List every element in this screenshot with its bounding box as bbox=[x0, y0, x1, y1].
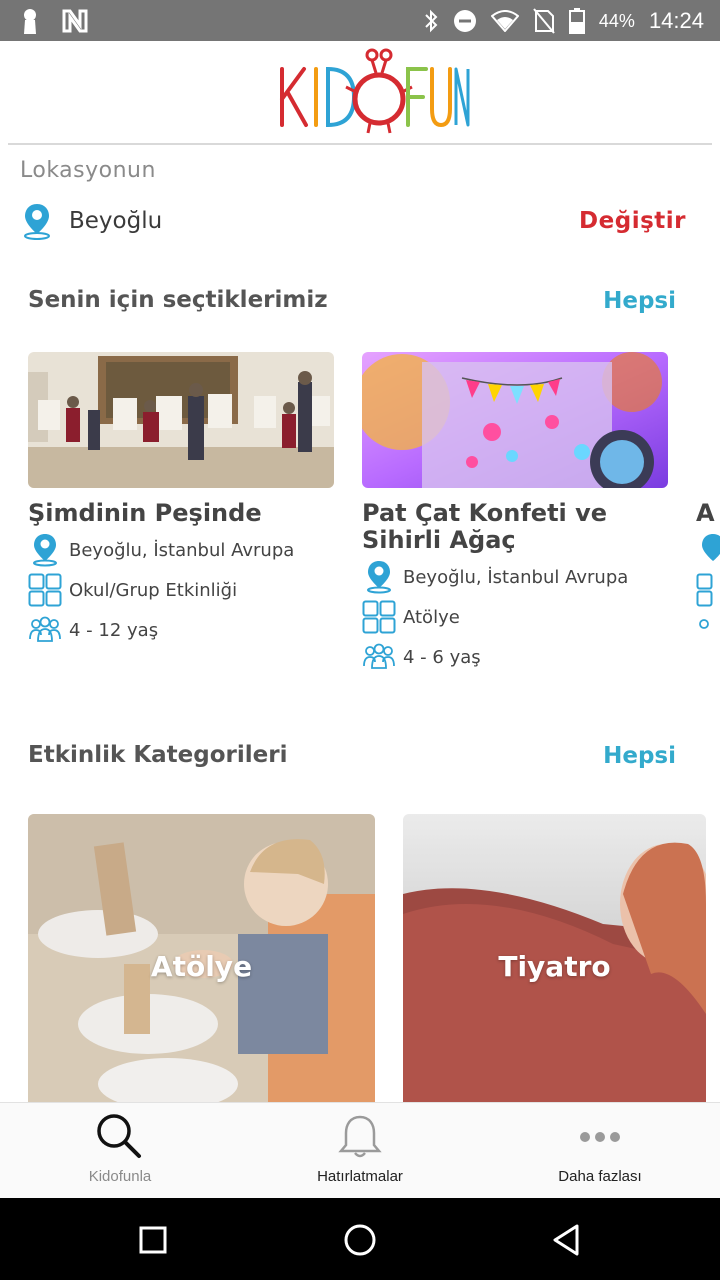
status-bar: 44% 14:24 bbox=[0, 0, 720, 41]
location-pin-icon bbox=[367, 561, 391, 594]
nav-label: Daha fazlası bbox=[558, 1168, 642, 1185]
children-icon bbox=[29, 616, 61, 642]
battery-level: 44% bbox=[598, 10, 635, 31]
n-app-icon bbox=[62, 9, 88, 33]
event-card[interactable]: Pat Çat Konfeti ve Sihirli Ağaç Beyoğlu,… bbox=[362, 352, 668, 674]
kidofun-logo bbox=[280, 48, 470, 134]
categories-see-all-link[interactable]: Hepsi bbox=[603, 743, 676, 769]
system-navigation-bar bbox=[0, 1198, 720, 1280]
home-icon[interactable] bbox=[340, 1220, 380, 1260]
nav-label: Kidofunla bbox=[88, 1168, 152, 1185]
location-pin-icon bbox=[33, 534, 57, 567]
bluetooth-icon bbox=[425, 9, 438, 33]
categories-section-title: Etkinlik Kategorileri bbox=[28, 742, 288, 768]
event-card-age: 4 - 12 yaş bbox=[28, 613, 334, 647]
event-card-image bbox=[362, 352, 668, 488]
event-card-location: Beyoğlu, İstanbul Avrupa bbox=[28, 533, 334, 567]
event-card[interactable]: A bbox=[696, 352, 720, 647]
event-card-category: Atölye bbox=[362, 600, 668, 634]
clock: 14:24 bbox=[648, 8, 704, 33]
location-pin-icon bbox=[702, 534, 720, 561]
picked-section-title: Senin için seçtiklerimiz bbox=[28, 287, 328, 313]
children-icon bbox=[699, 619, 709, 629]
event-card[interactable]: Şimdinin Peşinde Beyoğlu, İstanbul Avrup… bbox=[28, 352, 334, 647]
event-card-image bbox=[28, 352, 334, 488]
categories-carousel[interactable]: Atölye Tiyatro bbox=[0, 814, 720, 1104]
back-icon[interactable] bbox=[547, 1220, 587, 1260]
category-label: Atölye bbox=[150, 950, 253, 983]
location-pin-icon bbox=[24, 204, 50, 240]
recent-apps-icon[interactable] bbox=[133, 1220, 173, 1260]
more-icon bbox=[580, 1132, 620, 1142]
search-icon bbox=[97, 1114, 141, 1158]
change-location-button[interactable]: Değiştir bbox=[579, 208, 686, 234]
event-card-title: Pat Çat Konfeti ve Sihirli Ağaç bbox=[362, 499, 608, 554]
grid-icon bbox=[28, 573, 62, 607]
event-card-category: Okul/Grup Etkinliği bbox=[28, 573, 334, 607]
grid-icon bbox=[362, 600, 396, 634]
event-card-location: Beyoğlu, İstanbul Avrupa bbox=[362, 560, 668, 594]
children-icon bbox=[363, 643, 395, 669]
nav-item-kidofunla[interactable]: Kidofunla bbox=[0, 1103, 240, 1199]
event-card-title: Şimdinin Peşinde bbox=[28, 499, 262, 527]
nav-label: Hatırlatmalar bbox=[317, 1168, 403, 1185]
nav-item-reminders[interactable]: Hatırlatmalar bbox=[240, 1103, 480, 1199]
location-value: Beyoğlu bbox=[69, 208, 163, 234]
no-sim-icon bbox=[533, 8, 555, 34]
category-card-tiyatro[interactable]: Tiyatro bbox=[403, 814, 706, 1104]
event-card-title: A bbox=[696, 499, 715, 527]
picked-cards-carousel[interactable]: Şimdinin Peşinde Beyoğlu, İstanbul Avrup… bbox=[0, 352, 720, 682]
app-header bbox=[0, 41, 720, 143]
location-row: Beyoğlu Değiştir bbox=[20, 202, 686, 242]
grid-icon bbox=[696, 573, 713, 607]
battery-icon bbox=[568, 8, 585, 34]
bell-icon bbox=[338, 1115, 382, 1158]
picked-see-all-link[interactable]: Hepsi bbox=[603, 288, 676, 314]
category-label: Tiyatro bbox=[498, 950, 611, 983]
nav-item-more[interactable]: Daha fazlası bbox=[480, 1103, 720, 1199]
header-divider bbox=[8, 143, 712, 145]
event-card-age: 4 - 6 yaş bbox=[362, 640, 668, 674]
category-card-atolye[interactable]: Atölye bbox=[28, 814, 375, 1104]
dnd-icon bbox=[453, 10, 476, 32]
bottom-navigation: Kidofunla Hatırlatmalar Daha fazlası bbox=[0, 1102, 720, 1198]
keyhole-icon bbox=[24, 9, 36, 34]
location-label: Lokasyonun bbox=[20, 158, 156, 183]
wifi-icon bbox=[490, 10, 519, 32]
